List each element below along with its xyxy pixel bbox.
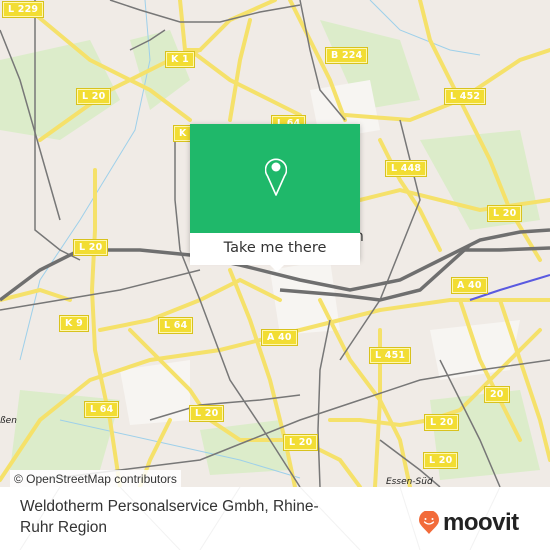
road-label-l448: L 448 <box>384 160 428 177</box>
location-popup[interactable]: Take me there <box>190 124 360 272</box>
location-pin-icon <box>265 158 287 196</box>
road-label-l20: L 20 <box>282 434 319 451</box>
road-label-l20: L 20 <box>486 205 523 222</box>
popup-pointer <box>268 263 286 272</box>
road-label-k1: K 1 <box>165 51 195 68</box>
road-label-l64: L 64 <box>157 317 194 334</box>
road-label-k9: K 9 <box>59 315 89 332</box>
road-label-a40: A 40 <box>261 329 298 346</box>
road-label-b224: B 224 <box>324 47 369 64</box>
road-label-k: K <box>173 125 193 142</box>
road-label-20: 20 <box>484 386 510 403</box>
road-label-l20: L 20 <box>72 239 109 256</box>
road-label-l229: L 229 <box>1 1 45 18</box>
road-label-l20: L 20 <box>75 88 112 105</box>
popup-header <box>190 124 360 233</box>
moovit-logo[interactable]: moovit <box>418 509 519 537</box>
road-label-l452: L 452 <box>443 88 487 105</box>
road-label-l20: L 20 <box>188 405 225 422</box>
moovit-pin-icon <box>419 511 439 534</box>
road-label-l20: L 20 <box>423 414 460 431</box>
map-view[interactable]: L 229 K 1 B 224 L 20 L 452 K L 64 L 448 … <box>0 0 550 487</box>
road-label-l20: L 20 <box>422 452 459 469</box>
place-label-essen-sued: Essen-Süd <box>386 477 433 487</box>
place-title: Weldotherm Personalservice Gmbh, Rhine-R… <box>20 498 319 536</box>
map-attribution[interactable]: © OpenStreetMap contributors <box>10 470 181 488</box>
moovit-wordmark: moovit <box>443 509 519 536</box>
place-label-fragment: ßen <box>0 416 17 426</box>
take-me-there-button[interactable]: Take me there <box>190 233 360 265</box>
road-label-l451: L 451 <box>368 347 412 364</box>
road-label-l64: L 64 <box>83 401 120 418</box>
road-label-a40: A 40 <box>451 277 488 294</box>
